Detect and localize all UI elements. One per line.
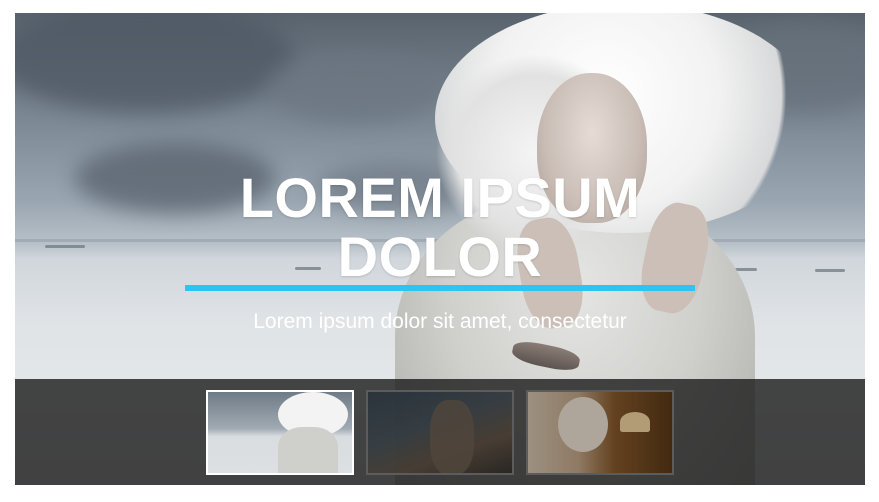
thumbnail-slide-1[interactable] [206, 390, 354, 475]
thumbnail-slide-2[interactable] [366, 390, 514, 475]
thumbnail-bar [15, 379, 865, 485]
thumbnail-image [208, 392, 352, 473]
title-underline [185, 285, 695, 291]
thumbnail-slide-3[interactable] [526, 390, 674, 475]
slide-title: LOREM IPSUM DOLOR [15, 168, 865, 286]
slide-subtitle: Lorem ipsum dolor sit amet, consectetur [253, 310, 627, 333]
hero-slider[interactable]: LOREM IPSUM DOLOR Lorem ipsum dolor sit … [15, 13, 865, 485]
slide-title-line-1: LOREM IPSUM [239, 166, 641, 229]
slide-title-line-2: DOLOR [337, 225, 543, 288]
